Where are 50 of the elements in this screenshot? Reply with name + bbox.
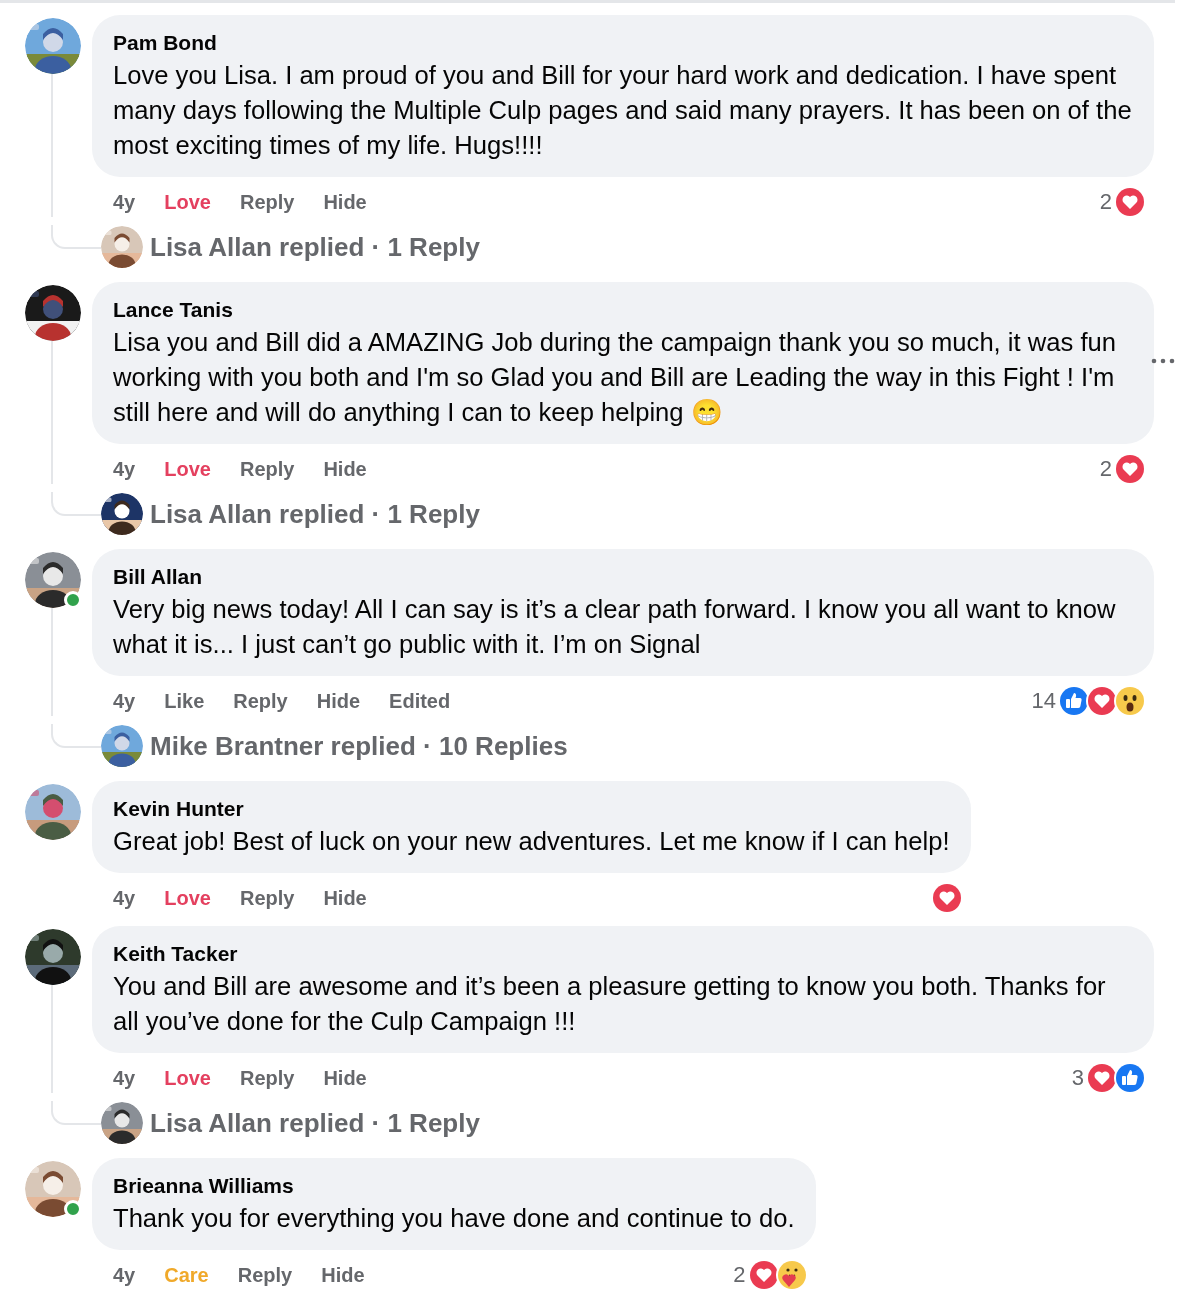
- comment-author[interactable]: Brieanna Williams: [113, 1171, 795, 1201]
- thread-connector: [51, 492, 101, 516]
- comment-action[interactable]: Hide: [323, 190, 367, 214]
- thread-connector: [51, 225, 101, 249]
- thread-connector: [51, 724, 101, 748]
- replies-link[interactable]: Mike Brantner replied · 10 Replies: [150, 730, 568, 762]
- comment-action[interactable]: Edited: [389, 689, 451, 713]
- comment-action[interactable]: Love: [164, 886, 211, 910]
- comment-text: Thank you for everything you have done and continue to do.: [113, 1203, 795, 1234]
- more-options-icon[interactable]: [1151, 358, 1175, 364]
- comment-action[interactable]: Reply: [239, 457, 295, 481]
- comment-author[interactable]: Pam Bond: [113, 28, 1133, 58]
- comment-action[interactable]: Hide: [323, 886, 367, 910]
- comment-action[interactable]: Hide: [323, 457, 367, 481]
- thread-connector: [51, 1101, 101, 1125]
- comment-action[interactable]: Hide: [321, 1263, 365, 1287]
- comment-action[interactable]: Love: [164, 1066, 211, 1090]
- comment-action[interactable]: Love: [164, 190, 211, 214]
- reaction-count[interactable]: 2: [1099, 189, 1112, 215]
- comment-text: You and Bill are awesome and it’s been a pleasure getting to know you both. Thanks for all you’ve done for the Culp Campaign !!!: [113, 971, 1107, 1037]
- comment-action[interactable]: Like: [164, 689, 205, 713]
- comment-action[interactable]: Reply: [233, 689, 288, 713]
- reaction-count[interactable]: 3: [1071, 1065, 1084, 1091]
- comment-text: Great job! Best of luck on your new adventures. Let me know if I can help!: [113, 826, 950, 857]
- reaction-count[interactable]: 2: [1099, 456, 1112, 482]
- comment-action[interactable]: Reply: [239, 886, 295, 910]
- comment-text: Lisa you and Bill did a AMAZING Job during the campaign thank you so much, it was fun working with you both and I'm so Glad you and Bill are Leading the way in this Fight ! I'm still here and will do anything I can to keep helping 😁: [113, 327, 1117, 428]
- timestamp[interactable]: 4y: [113, 886, 136, 910]
- replies-link[interactable]: Lisa Allan replied · 1 Reply: [150, 498, 480, 530]
- comment-action[interactable]: Reply: [237, 1263, 293, 1287]
- timestamp[interactable]: 4y: [113, 457, 136, 481]
- comment-action[interactable]: Love: [164, 457, 211, 481]
- comment-text: Very big news today! All I can say is it’s a clear path forward. I know you all want to know what it is... I just can’t go public with it. I’m on Signal: [113, 594, 1117, 660]
- comment-action[interactable]: Reply: [239, 190, 295, 214]
- comment-author[interactable]: Lance Tanis: [113, 295, 1133, 325]
- comment-author[interactable]: Bill Allan: [113, 562, 1133, 592]
- replies-link[interactable]: Lisa Allan replied · 1 Reply: [150, 1107, 480, 1139]
- timestamp[interactable]: 4y: [113, 689, 136, 713]
- timestamp[interactable]: 4y: [113, 190, 136, 214]
- replies-link[interactable]: Lisa Allan replied · 1 Reply: [150, 231, 480, 263]
- reaction-count[interactable]: 2: [733, 1262, 746, 1288]
- timestamp[interactable]: 4y: [113, 1263, 136, 1287]
- comment-author[interactable]: Kevin Hunter: [113, 794, 950, 824]
- reaction-count[interactable]: 14: [1031, 688, 1056, 714]
- comment-author[interactable]: Keith Tacker: [113, 939, 1133, 969]
- comment-action[interactable]: Reply: [239, 1066, 295, 1090]
- comment-action[interactable]: Hide: [316, 689, 361, 713]
- timestamp[interactable]: 4y: [113, 1066, 136, 1090]
- comment-action[interactable]: Hide: [323, 1066, 367, 1090]
- comment-text: Love you Lisa. I am proud of you and Bill for your hard work and dedication. I have spent many days following the Multiple Culp pages and said many prayers. It has been on of the most exciting times of my life. Hugs!!!!: [113, 60, 1133, 161]
